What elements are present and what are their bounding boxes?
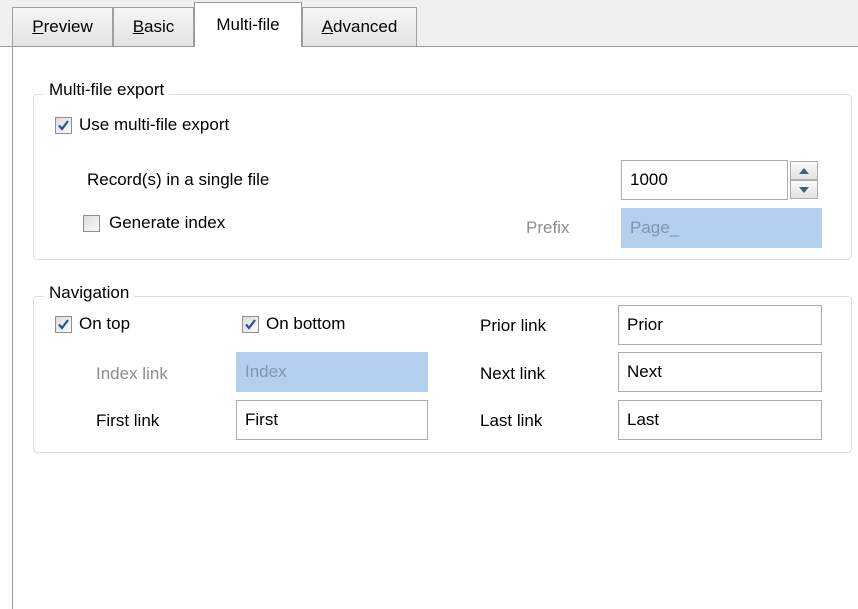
check-mark-icon	[58, 120, 69, 131]
generate-index-checkbox[interactable]	[83, 215, 100, 232]
next-link-input[interactable]: Next	[618, 352, 822, 392]
generate-index-label[interactable]: Generate index	[109, 213, 225, 233]
check-mark-icon	[58, 319, 69, 330]
multi-file-export-legend: Multi-file export	[44, 80, 170, 100]
records-spin-down[interactable]	[790, 180, 818, 199]
tab-basic[interactable]: Basic	[113, 7, 194, 46]
tab-preview[interactable]: Preview	[12, 7, 113, 46]
last-link-input[interactable]: Last	[618, 400, 822, 440]
tab-basic-accel: B	[132, 17, 145, 36]
tab-advanced-accel: A	[321, 17, 334, 36]
first-link-label: First link	[96, 411, 160, 430]
records-per-file-input[interactable]: 1000	[621, 160, 788, 200]
tab-preview-accel: P	[32, 17, 44, 36]
prior-link-input[interactable]: Prior	[618, 305, 822, 345]
last-link-label: Last link	[480, 411, 543, 430]
records-spin-up[interactable]	[790, 161, 818, 180]
tab-advanced[interactable]: Advanced	[302, 7, 417, 46]
navigation-legend: Navigation	[44, 283, 135, 303]
on-bottom-label[interactable]: On bottom	[266, 314, 345, 334]
index-link-label: Index link	[96, 364, 168, 383]
on-top-checkbox[interactable]	[55, 316, 72, 333]
prefix-input[interactable]: Page_	[621, 208, 822, 248]
tab-basic-label: asic	[144, 17, 175, 36]
tab-preview-label: review	[43, 17, 93, 36]
check-mark-icon	[245, 319, 256, 330]
on-top-label[interactable]: On top	[79, 314, 130, 334]
first-link-input[interactable]: First	[236, 400, 428, 440]
tab-multi-file[interactable]: Multi-file	[194, 2, 302, 47]
tab-divider-right	[302, 46, 858, 47]
on-bottom-checkbox[interactable]	[242, 316, 259, 333]
use-multi-file-label[interactable]: Use multi-file export	[79, 115, 229, 135]
prefix-label: Prefix	[526, 218, 570, 237]
next-link-label: Next link	[480, 364, 546, 383]
index-link-input[interactable]: Index	[236, 352, 428, 392]
tab-advanced-label: dvanced	[333, 17, 398, 36]
tab-divider-left	[0, 46, 194, 47]
spin-down-icon	[799, 186, 809, 193]
use-multi-file-checkbox[interactable]	[55, 117, 72, 134]
spin-up-icon	[799, 167, 809, 174]
prior-link-label: Prior link	[480, 316, 547, 335]
tab-multi-file-label: Multi-file	[216, 15, 280, 34]
records-per-file-label: Record(s) in a single file	[87, 170, 270, 189]
